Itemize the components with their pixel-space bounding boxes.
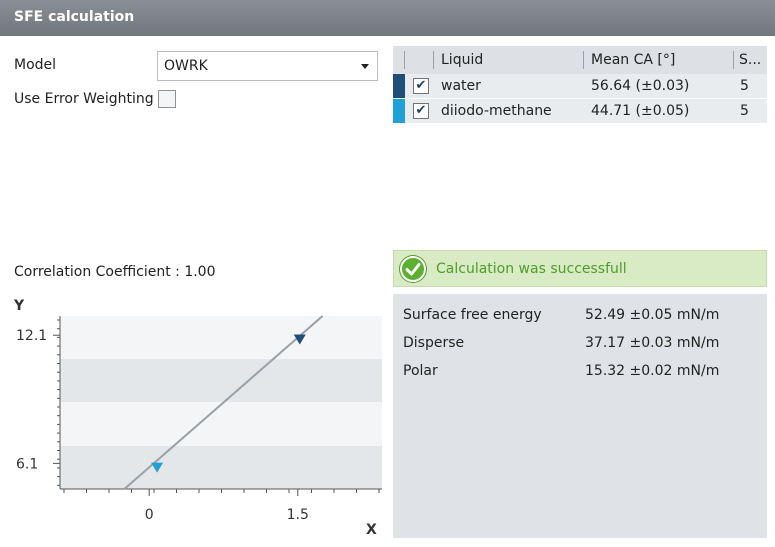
status-banner: Calculation was successfull bbox=[393, 250, 767, 287]
series-color-swatch bbox=[393, 74, 405, 98]
result-label: Surface free energy bbox=[403, 307, 542, 323]
y-axis-label: Y bbox=[13, 298, 25, 314]
window-title: SFE calculation bbox=[0, 0, 775, 36]
table-row[interactable]: ✔ diiodo-methane 44.71 (±0.05) 5 bbox=[393, 99, 767, 124]
y-tick-label: 6.1 bbox=[16, 456, 38, 472]
grid-band bbox=[60, 359, 382, 402]
column-separator bbox=[404, 51, 405, 69]
result-value: 15.32 ±0.02 mN/m bbox=[585, 363, 720, 379]
x-axis-label: X bbox=[366, 522, 377, 538]
grid-band bbox=[60, 446, 382, 489]
row-checkbox[interactable]: ✔ bbox=[413, 78, 429, 94]
column-separator bbox=[433, 51, 434, 69]
s-cell: 5 bbox=[740, 78, 749, 94]
results-panel: Surface free energy 52.49 ±0.05 mN/m Dis… bbox=[393, 294, 767, 538]
status-message: Calculation was successfull bbox=[436, 261, 627, 277]
result-label: Polar bbox=[403, 363, 438, 379]
column-separator bbox=[733, 51, 734, 69]
x-tick-label: 1.5 bbox=[287, 507, 309, 523]
x-minor-ticks bbox=[63, 489, 380, 493]
result-value: 37.17 ±0.03 mN/m bbox=[585, 335, 720, 351]
error-weighting-checkbox[interactable] bbox=[158, 90, 176, 108]
model-label: Model bbox=[14, 57, 57, 73]
mean-ca-cell: 56.64 (±0.03) bbox=[591, 78, 690, 94]
result-value: 52.49 ±0.05 mN/m bbox=[585, 307, 720, 323]
column-separator bbox=[583, 51, 584, 69]
table-header: Liquid Mean CA [°] S... bbox=[393, 46, 767, 74]
header-mean-ca[interactable]: Mean CA [°] bbox=[591, 46, 675, 74]
s-cell: 5 bbox=[740, 103, 749, 119]
header-s[interactable]: S... bbox=[739, 46, 761, 74]
chevron-down-icon bbox=[361, 64, 369, 69]
y-tick-label: 12.1 bbox=[16, 328, 47, 344]
sfe-chart: Y X 6.1 12.1 0 1.5 bbox=[13, 298, 382, 538]
correlation-coefficient: Correlation Coefficient : 1.00 bbox=[14, 264, 216, 280]
series-color-swatch bbox=[393, 99, 405, 123]
mean-ca-cell: 44.71 (±0.05) bbox=[591, 103, 690, 119]
check-circle-icon bbox=[400, 256, 426, 282]
result-label: Disperse bbox=[403, 335, 465, 351]
liquids-table: Liquid Mean CA [°] S... ✔ water 56.64 (±… bbox=[393, 46, 767, 124]
x-tick-label: 0 bbox=[145, 507, 154, 523]
table-row[interactable]: ✔ water 56.64 (±0.03) 5 bbox=[393, 74, 767, 99]
model-select-value: OWRK bbox=[164, 58, 208, 74]
row-checkbox[interactable]: ✔ bbox=[413, 103, 429, 119]
header-liquid[interactable]: Liquid bbox=[441, 46, 483, 74]
error-weighting-label: Use Error Weighting bbox=[14, 91, 154, 107]
model-select[interactable]: OWRK bbox=[157, 51, 378, 81]
liquid-cell: water bbox=[441, 78, 481, 94]
liquid-cell: diiodo-methane bbox=[441, 103, 552, 119]
